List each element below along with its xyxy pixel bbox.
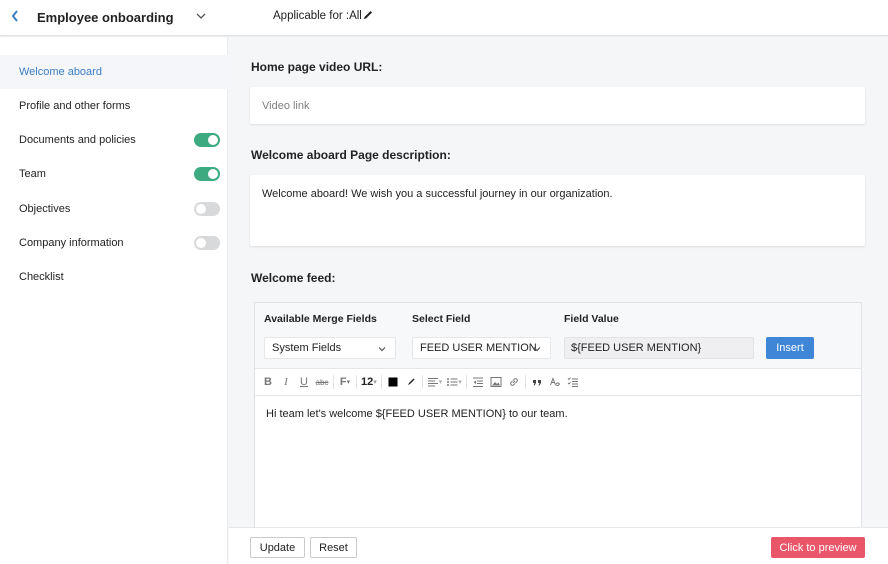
checklist-icon [567,377,578,387]
back-button[interactable] [10,8,20,28]
editor-toolbar: B I U abc F ▾ 12 ▾ ▾ ▾ [255,368,861,396]
blockquote-button[interactable] [530,373,544,391]
sidebar-item-objectives[interactable]: Objectives [0,192,228,226]
underline-button[interactable]: U [297,373,311,391]
clear-format-icon [549,377,560,387]
select-field-header: Select Field [412,313,471,325]
insert-link-button[interactable] [507,373,521,391]
insert-image-button[interactable] [489,373,503,391]
checklist-button[interactable] [566,373,580,391]
link-icon [510,378,518,386]
welcome-feed-panel: Available Merge Fields Select Field Fiel… [254,302,862,542]
insert-button[interactable]: Insert [766,337,814,359]
sidebar-item-team[interactable]: Team [0,157,228,191]
reset-button[interactable]: Reset [310,537,357,558]
toolbar-divider [465,375,467,389]
highlighter-icon [407,378,415,385]
documents-toggle[interactable] [194,133,220,147]
indent-button[interactable] [471,373,485,391]
video-url-input[interactable] [250,87,865,124]
text-color-button[interactable] [386,373,400,391]
available-merge-fields-header: Available Merge Fields [264,313,377,325]
sidebar: Welcome aboard Profile and other forms D… [0,37,228,564]
toggle-knob [196,238,206,248]
clear-format-button[interactable] [548,373,562,391]
sidebar-item-label: Team [19,168,46,180]
toolbar-divider [333,375,334,389]
chevron-down-icon [378,347,386,352]
video-url-field[interactable] [250,87,865,124]
company-information-toggle[interactable] [194,236,220,250]
select-value: FEED USER MENTION [420,342,537,354]
description-label: Welcome aboard Page description: [251,148,451,162]
list-button[interactable]: ▾ [446,373,462,391]
sidebar-item-label: Welcome aboard [19,66,102,78]
update-button[interactable]: Update [250,537,305,558]
toolbar-divider [421,375,423,389]
page-title: Employee onboarding [37,10,174,25]
team-toggle[interactable] [194,167,220,181]
select-value: System Fields [272,342,342,354]
top-bar: Employee onboarding Applicable for :All [0,0,888,36]
sidebar-item-label: Company information [19,237,124,249]
select-field-select[interactable]: FEED USER MENTION [412,337,551,359]
font-size-button[interactable]: 12 ▾ [361,373,377,391]
preview-button[interactable]: Click to preview [771,537,865,558]
bold-button[interactable]: B [261,373,275,391]
sidebar-item-label: Documents and policies [19,134,136,146]
description-text: Welcome aboard! We wish you a successful… [262,188,613,200]
quote-icon [532,380,541,386]
toggle-knob [208,135,218,145]
toolbar-divider [380,375,382,389]
image-icon [490,377,502,387]
applicable-for-label: Applicable for :All [273,10,362,22]
sidebar-item-profile-forms[interactable]: Profile and other forms [0,89,228,123]
chevron-down-icon [533,347,541,352]
main-content: Home page video URL: Welcome aboard Page… [229,37,888,542]
pencil-icon[interactable] [362,9,374,21]
editor-text: Hi team let's welcome ${FEED USER MENTIO… [266,408,568,420]
sidebar-item-welcome-aboard[interactable]: Welcome aboard [0,55,228,89]
align-left-icon [427,378,438,387]
sidebar-item-label: Checklist [19,271,64,283]
feed-editor[interactable]: Hi team let's welcome ${FEED USER MENTIO… [255,396,861,541]
video-url-label: Home page video URL: [251,60,383,74]
field-value-header: Field Value [564,313,619,325]
objectives-toggle[interactable] [194,202,220,216]
sidebar-item-documents-policies[interactable]: Documents and policies [0,123,228,157]
text-color-icon [388,377,398,387]
font-family-label: F [339,376,347,388]
outdent-icon [472,377,483,387]
font-family-button[interactable]: F ▾ [338,373,352,391]
description-textarea[interactable]: Welcome aboard! We wish you a successful… [250,175,865,246]
sidebar-item-label: Profile and other forms [19,100,131,112]
font-size-label: 12 [361,376,374,388]
available-merge-fields-select[interactable]: System Fields [264,337,396,359]
field-value-display: ${FEED USER MENTION} [564,337,754,359]
welcome-feed-label: Welcome feed: [251,271,336,285]
toggle-knob [196,204,206,214]
toolbar-divider [356,375,357,389]
chevron-left-icon [11,10,18,22]
sidebar-item-company-information[interactable]: Company information [0,226,228,260]
sidebar-item-checklist[interactable]: Checklist [0,260,228,294]
toolbar-divider [524,375,526,389]
bullet-list-icon [447,378,458,386]
highlight-button[interactable] [404,373,418,391]
chevron-down-icon[interactable] [194,9,208,23]
toggle-knob [208,169,218,179]
strikethrough-button[interactable]: abc [315,373,329,391]
italic-button[interactable]: I [279,373,293,391]
align-button[interactable]: ▾ [427,373,442,391]
sidebar-item-label: Objectives [19,203,71,215]
footer-bar: Update Reset Click to preview [229,527,888,564]
